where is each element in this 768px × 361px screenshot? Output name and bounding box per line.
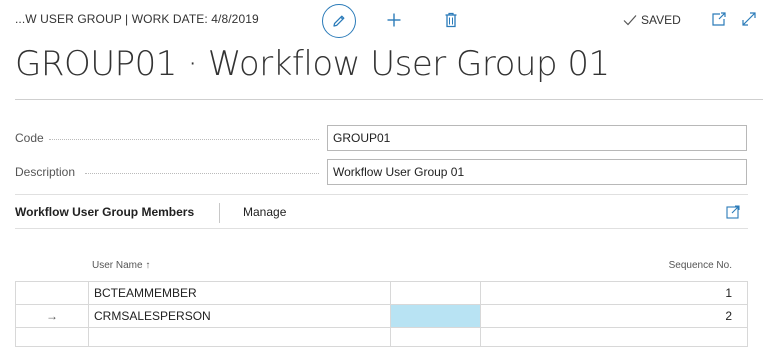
table-row[interactable]: BCTEAMMEMBER 1: [15, 281, 748, 304]
part-top-divider: [15, 194, 748, 195]
code-field-row: Code: [15, 125, 747, 151]
code-input[interactable]: [327, 125, 747, 151]
pencil-icon: [333, 15, 345, 27]
expand-icon: [742, 12, 756, 26]
grid-cell[interactable]: [390, 282, 480, 304]
saved-status: SAVED: [623, 13, 681, 27]
part-header-divider: [219, 203, 220, 223]
column-header-sequence-no[interactable]: Sequence No.: [640, 260, 732, 271]
user-name-cell[interactable]: CRMSALESPERSON: [88, 305, 390, 327]
column-header-user-name[interactable]: User Name ↑: [92, 260, 150, 271]
user-name-header-label: User Name ↑: [92, 260, 151, 271]
expand-button[interactable]: [740, 10, 758, 28]
members-popout-button[interactable]: [725, 204, 741, 220]
sequence-no-cell[interactable]: 1: [480, 282, 748, 304]
title-divider: [15, 99, 763, 100]
plus-icon: [387, 13, 401, 27]
part-bottom-divider: [15, 228, 748, 229]
manage-menu[interactable]: Manage: [243, 205, 286, 219]
open-in-new-window-icon: [712, 12, 726, 26]
row-indicator: [15, 282, 88, 304]
user-name-cell[interactable]: [88, 328, 390, 346]
row-indicator: [15, 328, 88, 346]
edit-button[interactable]: [322, 4, 356, 38]
user-name-cell[interactable]: BCTEAMMEMBER: [88, 282, 390, 304]
checkmark-icon: [623, 15, 637, 26]
table-row-new[interactable]: [15, 327, 748, 347]
sequence-no-cell[interactable]: 2: [480, 305, 748, 327]
code-label: Code: [15, 131, 44, 145]
popout-icon: [726, 205, 740, 219]
members-grid: BCTEAMMEMBER 1 → CRMSALESPERSON 2: [15, 281, 748, 347]
members-part-header: Workflow User Group Members Manage: [15, 203, 748, 223]
selected-grid-cell[interactable]: [390, 305, 480, 327]
description-label: Description: [15, 165, 76, 179]
action-bar: ...W USER GROUP | WORK DATE: 4/8/2019 SA…: [0, 0, 768, 40]
row-indicator-arrow-icon: →: [15, 305, 88, 327]
page-title: GROUP01 · Workflow User Group 01: [15, 44, 610, 84]
description-field-row: Description: [15, 159, 747, 185]
code-leader-dots: [49, 139, 319, 140]
table-row[interactable]: → CRMSALESPERSON 2: [15, 304, 748, 327]
breadcrumb: ...W USER GROUP | WORK DATE: 4/8/2019: [15, 12, 259, 26]
description-input[interactable]: [327, 159, 747, 185]
new-button[interactable]: [384, 10, 404, 30]
trash-icon: [445, 12, 457, 28]
members-part-title[interactable]: Workflow User Group Members: [15, 205, 194, 219]
grid-cell[interactable]: [390, 328, 480, 346]
description-leader-dots: [85, 173, 319, 174]
open-in-new-window-button[interactable]: [710, 10, 728, 28]
sequence-no-cell[interactable]: [480, 328, 748, 346]
saved-label: SAVED: [641, 13, 681, 27]
delete-button[interactable]: [441, 10, 461, 30]
